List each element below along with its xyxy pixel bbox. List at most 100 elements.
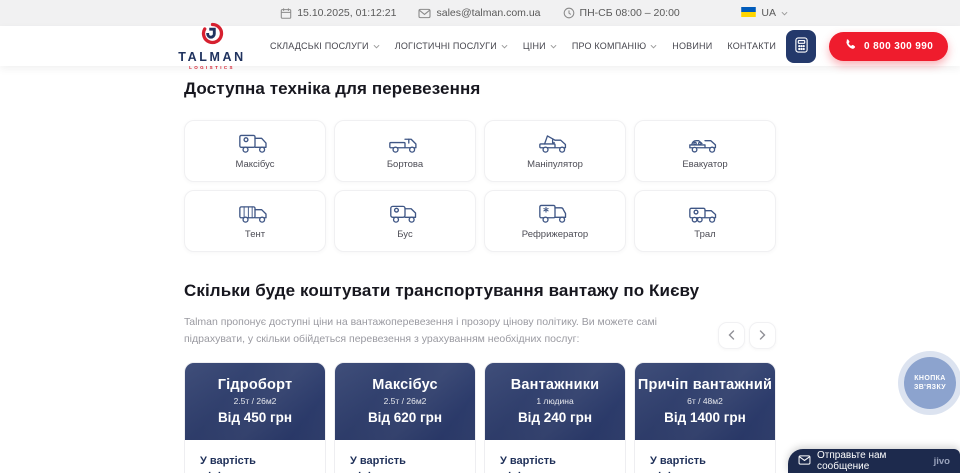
pricing-card-note: У вартість мінімального замовлення за 45… bbox=[335, 440, 475, 473]
language-selector[interactable]: UA bbox=[741, 0, 788, 26]
pricing-card-name: Вантажники bbox=[511, 377, 600, 393]
vehicle-card-evakuator[interactable]: Евакуатор bbox=[634, 120, 776, 182]
pricing-description: Talman пропонує доступні ціни на вантажо… bbox=[184, 314, 666, 349]
chat-label: Отправьте нам сообщение bbox=[817, 450, 928, 472]
vehicle-card-manipulator[interactable]: Маніпулятор bbox=[484, 120, 626, 182]
pricing-card-hidrobort: Гідроборт 2.5т / 26м2 Від 450 грн У варт… bbox=[184, 362, 326, 473]
tow-truck-icon bbox=[687, 132, 723, 155]
topbar: 15.10.2025, 01:12:21 sales@talman.com.ua… bbox=[0, 0, 960, 26]
vehicle-label: Бус bbox=[397, 229, 412, 240]
vehicle-card-bortova[interactable]: Бортова bbox=[334, 120, 476, 182]
calendar-icon bbox=[280, 7, 292, 20]
crane-truck-icon bbox=[537, 132, 573, 155]
phone-button[interactable]: 0 800 300 990 bbox=[829, 32, 948, 61]
datetime: 15.10.2025, 01:12:21 bbox=[280, 7, 396, 20]
nav-item-about[interactable]: ПРО КОМПАНІЮ bbox=[572, 41, 657, 51]
pricing-card-name: Гідроборт bbox=[218, 377, 293, 393]
chevron-down-icon bbox=[650, 41, 657, 51]
ua-flag-icon bbox=[741, 7, 756, 20]
nav-label: НОВИНИ bbox=[672, 41, 712, 51]
pricing-card-spec: 2.5т / 26м2 bbox=[234, 396, 277, 406]
pricing-card-note: У вартість мінімального замовлення за 45… bbox=[185, 440, 325, 473]
main-nav: СКЛАДСЬКІ ПОСЛУГИ ЛОГІСТИЧНІ ПОСЛУГИ ЦІН… bbox=[270, 41, 776, 51]
vehicles-grid: Максібус Бортова Маніпулято bbox=[184, 120, 776, 252]
calculator-icon bbox=[794, 36, 809, 57]
tent-truck-icon bbox=[237, 202, 273, 225]
callback-line2: ЗВ'ЯЗКУ bbox=[914, 384, 946, 391]
language-label: UA bbox=[761, 7, 776, 19]
logo[interactable]: TALMAN LOGISTICS bbox=[170, 22, 254, 70]
chevron-left-icon bbox=[728, 328, 735, 343]
vehicle-card-bus[interactable]: Бус bbox=[334, 190, 476, 252]
pricing-card-spec: 2.5т / 26м2 bbox=[384, 396, 427, 406]
chevron-down-icon bbox=[550, 41, 557, 51]
pricing-card-price: Від 620 грн bbox=[368, 410, 442, 425]
vehicle-label: Трал bbox=[694, 229, 715, 240]
vehicle-card-maksibus[interactable]: Максібус bbox=[184, 120, 326, 182]
vehicle-label: Рефрижератор bbox=[522, 229, 588, 240]
logo-title: TALMAN bbox=[178, 51, 245, 64]
nav-item-prices[interactable]: ЦІНИ bbox=[523, 41, 557, 51]
flatbed-truck-icon bbox=[387, 132, 423, 155]
pricing-card-note: У вартість мінімального замовлення за 45… bbox=[485, 440, 625, 473]
pricing-card-spec: 6т / 48м2 bbox=[687, 396, 723, 406]
pricing-card-name: Причіп вантажний bbox=[638, 377, 772, 393]
logo-emblem-icon bbox=[201, 22, 224, 50]
chevron-down-icon bbox=[501, 41, 508, 51]
pricing-card-note: У вартість мінімального замовлення за 45… bbox=[635, 440, 775, 473]
pricing-card-head: Максібус 2.5т / 26м2 Від 620 грн bbox=[335, 363, 475, 440]
phone-number: 0 800 300 990 bbox=[864, 41, 933, 52]
van-truck-icon bbox=[387, 202, 423, 225]
clock-icon bbox=[563, 7, 575, 19]
callback-line1: КНОПКА bbox=[914, 375, 946, 382]
email-text: sales@talman.com.ua bbox=[436, 7, 540, 19]
envelope-icon bbox=[418, 8, 431, 19]
callback-button[interactable]: КНОПКА ЗВ'ЯЗКУ bbox=[904, 357, 956, 409]
nav-label: СКЛАДСЬКІ ПОСЛУГИ bbox=[270, 41, 369, 51]
calculator-button[interactable] bbox=[786, 30, 816, 63]
nav-label: ЦІНИ bbox=[523, 41, 546, 51]
chat-envelope-icon bbox=[798, 452, 811, 470]
pricing-card-head: Вантажники 1 людина Від 240 грн bbox=[485, 363, 625, 440]
logo-subtitle: LOGISTICS bbox=[189, 65, 235, 70]
pricing-card-maksibus: Максібус 2.5т / 26м2 Від 620 грн У варті… bbox=[334, 362, 476, 473]
vehicle-label: Евакуатор bbox=[682, 159, 727, 170]
chevron-down-icon bbox=[781, 7, 788, 19]
pricing-card-name: Максібус bbox=[372, 377, 438, 393]
vehicle-card-tral[interactable]: Трал bbox=[634, 190, 776, 252]
nav-item-warehouse-services[interactable]: СКЛАДСЬКІ ПОСЛУГИ bbox=[270, 41, 380, 51]
trailer-truck-icon bbox=[687, 202, 723, 225]
phone-icon bbox=[844, 38, 857, 54]
hours-text: ПН-СБ 08:00 – 20:00 bbox=[580, 7, 680, 19]
pricing-intro-row: Talman пропонує доступні ціни на вантажо… bbox=[184, 314, 776, 349]
datetime-text: 15.10.2025, 01:12:21 bbox=[297, 7, 396, 19]
pricing-card-price: Від 450 грн bbox=[218, 410, 292, 425]
vehicle-label: Маніпулятор bbox=[527, 159, 583, 170]
pricing-card-vantazhnyky: Вантажники 1 людина Від 240 грн У вартіс… bbox=[484, 362, 626, 473]
vehicle-label: Бортова bbox=[387, 159, 423, 170]
working-hours: ПН-СБ 08:00 – 20:00 bbox=[563, 7, 680, 19]
pricing-grid: Гідроборт 2.5т / 26м2 Від 450 грн У варт… bbox=[184, 362, 776, 473]
pricing-card-head: Гідроборт 2.5т / 26м2 Від 450 грн bbox=[185, 363, 325, 440]
nav-item-news[interactable]: НОВИНИ bbox=[672, 41, 712, 51]
chat-widget[interactable]: Отправьте нам сообщение jivo bbox=[788, 449, 960, 473]
vehicle-label: Тент bbox=[245, 229, 265, 240]
email[interactable]: sales@talman.com.ua bbox=[418, 7, 540, 19]
refrigerator-truck-icon bbox=[537, 202, 573, 225]
nav-item-logistics-services[interactable]: ЛОГІСТИЧНІ ПОСЛУГИ bbox=[395, 41, 508, 51]
chevron-right-icon bbox=[759, 328, 766, 343]
chevron-down-icon bbox=[373, 41, 380, 51]
nav-label: ЛОГІСТИЧНІ ПОСЛУГИ bbox=[395, 41, 497, 51]
main-content: Доступна техніка для перевезення Максібу… bbox=[184, 79, 776, 473]
pricing-card-head: Причіп вантажний 6т / 48м2 Від 1400 грн bbox=[635, 363, 775, 440]
carousel-arrows bbox=[718, 322, 776, 349]
chat-brand-label: jivo bbox=[934, 456, 950, 467]
nav-item-contacts[interactable]: КОНТАКТИ bbox=[727, 41, 776, 51]
nav-label: КОНТАКТИ bbox=[727, 41, 776, 51]
vehicle-card-tent[interactable]: Тент bbox=[184, 190, 326, 252]
vehicle-card-refrigerator[interactable]: Рефрижератор bbox=[484, 190, 626, 252]
carousel-prev-button[interactable] bbox=[718, 322, 745, 349]
vehicles-section-title: Доступна техніка для перевезення bbox=[184, 79, 776, 99]
pricing-section-title: Скільки буде коштувати транспортування в… bbox=[184, 281, 776, 301]
carousel-next-button[interactable] bbox=[749, 322, 776, 349]
